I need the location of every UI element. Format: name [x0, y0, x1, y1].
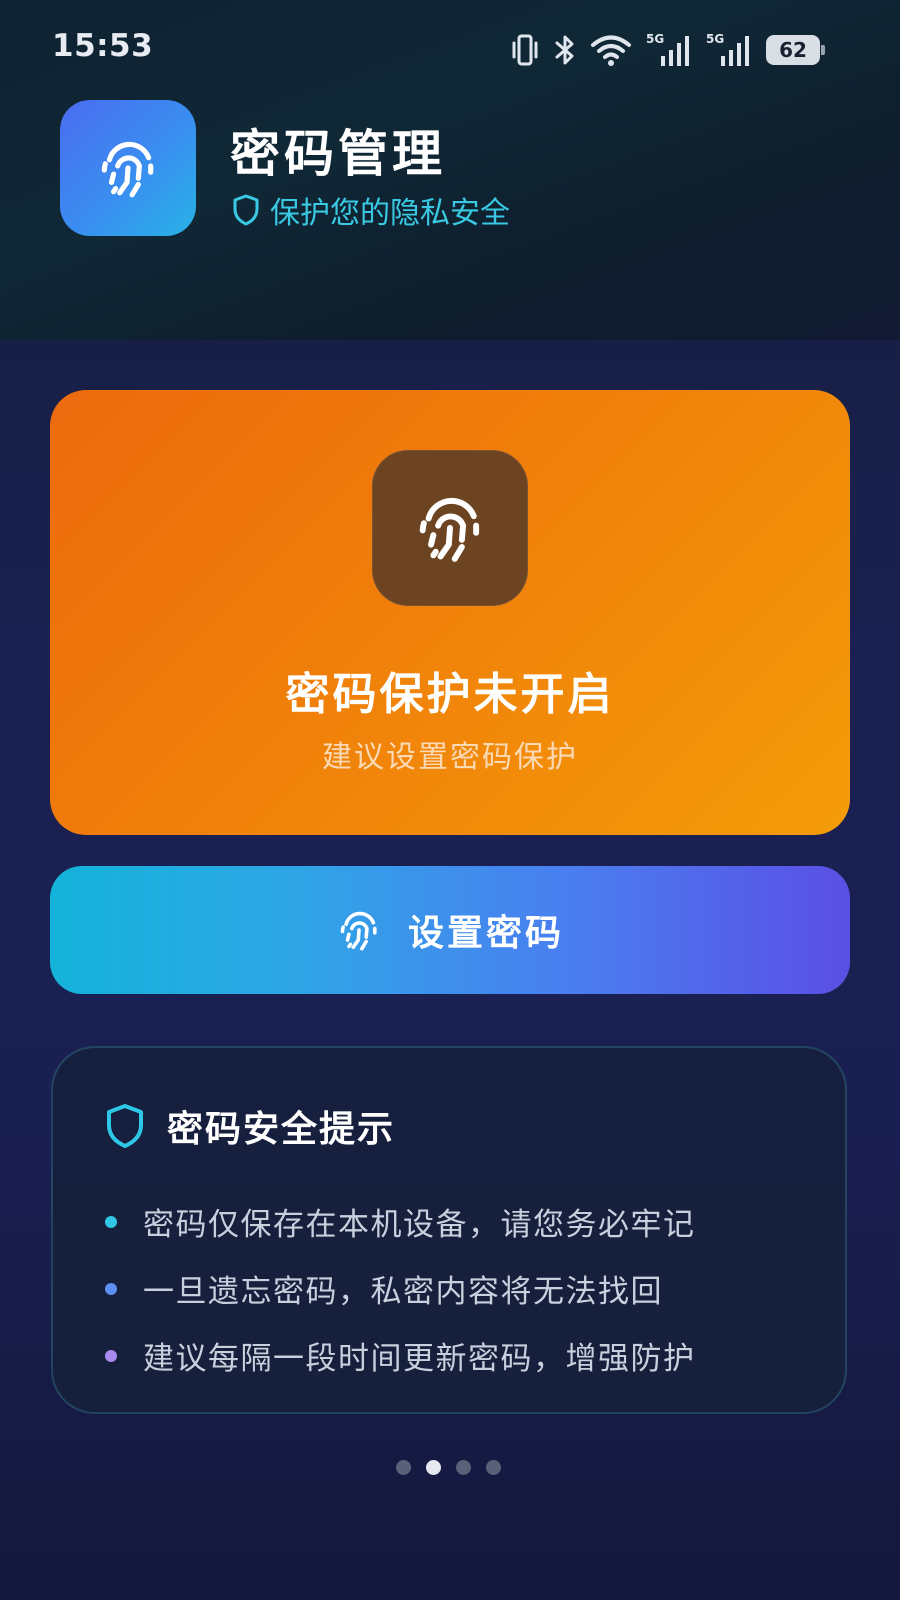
tip-text: 建议每隔一段时间更新密码，增强防护	[143, 1341, 696, 1377]
tips-title: 密码安全提示	[167, 1109, 396, 1150]
tip-text: 一旦遗忘密码，私密内容将无法找回	[143, 1274, 663, 1310]
shield-icon	[107, 1104, 143, 1148]
status-icons: 5G 5G 62	[510, 30, 825, 70]
status-card-title: 密码保护未开启	[285, 669, 615, 720]
app-logo	[60, 100, 196, 236]
shield-icon	[233, 194, 259, 226]
page-subtitle: 保护您的隐私安全	[232, 188, 510, 232]
tips-list: 密码仅保存在本机设备，请您务必牢记 一旦遗忘密码，私密内容将无法找回 建议每隔一…	[105, 1188, 696, 1389]
bullet-dot	[105, 1282, 117, 1295]
bluetooth-icon	[555, 35, 574, 65]
tips-header: 密码安全提示	[105, 1100, 395, 1152]
fingerprint-icon	[101, 141, 154, 198]
set-password-button[interactable]: 设置密码	[50, 866, 850, 994]
set-password-label: 设置密码	[407, 913, 564, 954]
battery-icon: 62	[766, 35, 825, 65]
fingerprint-icon	[340, 911, 377, 951]
status-bar: 15:53 5G 5G 62	[0, 0, 900, 100]
list-item: 密码仅保存在本机设备，请您务必牢记	[105, 1188, 696, 1255]
list-item: 一旦遗忘密码，私密内容将无法找回	[105, 1255, 696, 1322]
page-dot[interactable]	[456, 1460, 471, 1475]
security-tips-card: 密码安全提示 密码仅保存在本机设备，请您务必牢记 一旦遗忘密码，私密内容将无法找…	[51, 1046, 847, 1414]
vibrate-icon	[512, 34, 538, 66]
bullet-dot	[105, 1349, 117, 1362]
bullet-dot	[105, 1215, 117, 1228]
page-dot[interactable]	[396, 1460, 411, 1475]
page-dot[interactable]	[486, 1460, 501, 1475]
protection-status-card: 密码保护未开启 建议设置密码保护	[50, 390, 850, 835]
wifi-icon	[591, 35, 631, 66]
signal-icon: 5G	[646, 32, 692, 68]
status-card-icon-box	[372, 450, 528, 606]
list-item: 建议每隔一段时间更新密码，增强防护	[105, 1322, 696, 1389]
page-indicator	[396, 1460, 501, 1475]
page-title: 密码管理	[230, 125, 446, 183]
tip-text: 密码仅保存在本机设备，请您务必牢记	[143, 1207, 696, 1243]
signal-icon: 5G	[706, 32, 752, 68]
status-time: 15:53	[52, 28, 154, 64]
subtitle-text: 保护您的隐私安全	[270, 196, 510, 231]
status-card-subtitle: 建议设置密码保护	[322, 740, 578, 775]
fingerprint-icon	[419, 497, 480, 562]
page-dot-active[interactable]	[426, 1460, 441, 1475]
